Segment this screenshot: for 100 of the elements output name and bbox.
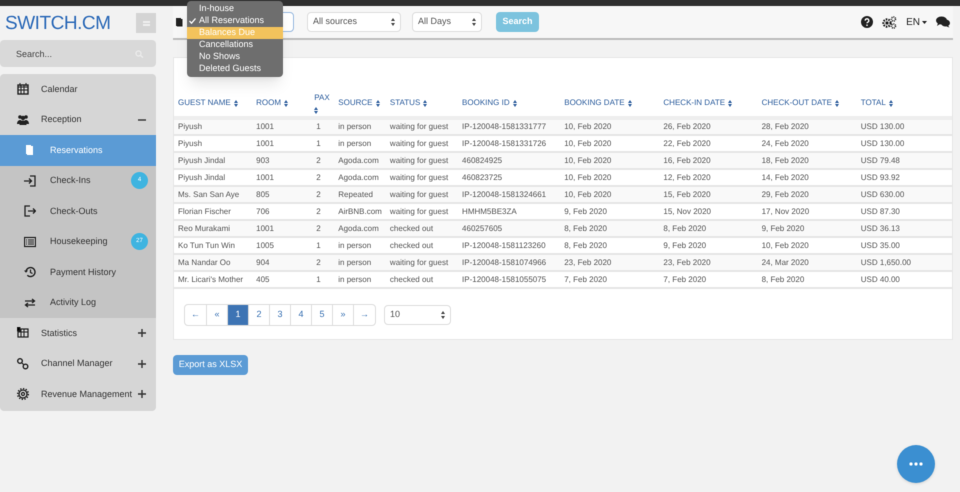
dropdown-option[interactable]: No Shows bbox=[187, 51, 283, 63]
page-button[interactable]: 5 bbox=[311, 305, 332, 325]
plus-icon[interactable] bbox=[138, 360, 146, 368]
gears-icon[interactable] bbox=[882, 16, 898, 28]
select-arrows-icon bbox=[441, 311, 445, 319]
menu-icon bbox=[142, 20, 150, 26]
table-cell: Ms. San San Aye bbox=[174, 186, 252, 203]
caret-icon bbox=[922, 20, 927, 24]
table-cell: IP-120048-1581324661 bbox=[458, 186, 560, 203]
table-cell: 1001 bbox=[252, 169, 310, 186]
table-cell: IP-120048-1581055075 bbox=[458, 271, 560, 288]
book-icon bbox=[24, 144, 36, 156]
table-cell: waiting for guest bbox=[386, 135, 458, 152]
column-header[interactable]: STATUS bbox=[390, 97, 428, 109]
column-header[interactable]: SOURCE bbox=[338, 97, 380, 109]
column-header[interactable]: PAX bbox=[314, 92, 330, 114]
table-cell: Agoda.com bbox=[334, 169, 386, 186]
sidebar-item[interactable]: Statistics bbox=[0, 318, 156, 348]
table-cell: IP-120048-1581123260 bbox=[458, 237, 560, 254]
table-cell: Ko Tun Tun Win bbox=[174, 237, 252, 254]
page-button[interactable]: 2 bbox=[248, 305, 269, 325]
column-header[interactable]: BOOKING DATE bbox=[564, 97, 632, 109]
table-cell: in person bbox=[334, 271, 386, 288]
sort-icon bbox=[728, 100, 732, 106]
table-cell: IP-120048-1581331726 bbox=[458, 135, 560, 152]
table-cell: 10, Feb 2020 bbox=[560, 135, 660, 152]
sidebar-item[interactable]: Calendar bbox=[0, 74, 156, 104]
page-size-select[interactable]: 10 bbox=[384, 305, 451, 325]
chat-icon[interactable] bbox=[936, 16, 950, 28]
help-icon[interactable] bbox=[861, 16, 874, 28]
table-cell: checked out bbox=[386, 220, 458, 237]
page-button[interactable]: » bbox=[332, 305, 353, 325]
column-header[interactable]: CHECK-IN DATE bbox=[663, 97, 732, 109]
chat-button[interactable] bbox=[897, 445, 935, 483]
table-cell: 9, Feb 2020 bbox=[560, 203, 660, 220]
select-arrows-icon bbox=[472, 18, 476, 26]
sort-icon bbox=[234, 100, 238, 106]
page-button[interactable]: ← bbox=[185, 305, 206, 325]
history-icon bbox=[24, 266, 36, 278]
list-icon bbox=[24, 236, 36, 248]
table-cell: 23, Feb 2020 bbox=[560, 254, 660, 271]
sidebar-item[interactable]: Reception bbox=[0, 104, 156, 135]
table-cell: USD 130.00 bbox=[856, 135, 952, 152]
dropdown-option[interactable]: Cancellations bbox=[187, 39, 283, 51]
column-header[interactable]: ROOM bbox=[256, 97, 288, 109]
table-cell: 23, Feb 2020 bbox=[659, 254, 758, 271]
table-cell: Florian Fischer bbox=[174, 203, 252, 220]
column-header[interactable]: CHECK-OUT DATE bbox=[762, 97, 839, 109]
sign-out-icon bbox=[24, 205, 36, 218]
link-icon bbox=[17, 358, 29, 370]
table-cell: USD 35.00 bbox=[856, 237, 952, 254]
dropdown-option[interactable]: All Reservations bbox=[187, 15, 283, 27]
page-button[interactable]: → bbox=[353, 305, 375, 325]
table-cell: 12, Feb 2020 bbox=[659, 169, 758, 186]
table-cell: 10, Feb 2020 bbox=[560, 186, 660, 203]
column-header[interactable]: GUEST NAME bbox=[178, 97, 238, 109]
table-cell: 2 bbox=[310, 254, 334, 271]
table-cell: 17, Nov 2020 bbox=[758, 203, 857, 220]
plus-icon[interactable] bbox=[138, 329, 146, 338]
table-cell: in person bbox=[334, 237, 386, 254]
table-cell: 405 bbox=[252, 271, 310, 288]
sort-icon bbox=[888, 100, 893, 106]
search-field[interactable]: Search... bbox=[0, 40, 156, 67]
gear-icon bbox=[17, 388, 29, 400]
dropdown-option[interactable]: In-house bbox=[187, 3, 283, 15]
table-cell: USD 79.48 bbox=[856, 152, 952, 169]
table-cell: Piyush bbox=[174, 135, 252, 152]
sidebar-item[interactable]: Revenue Management bbox=[0, 379, 156, 410]
table-cell: USD 87.30 bbox=[856, 203, 952, 220]
table-cell: 29, Feb 2020 bbox=[758, 186, 857, 203]
sidebar-subitem[interactable]: Check-Outs bbox=[0, 196, 156, 226]
table-cell: 2 bbox=[310, 152, 334, 169]
table-cell: AirBNB.com bbox=[334, 203, 386, 220]
table-cell: USD 130.00 bbox=[856, 118, 952, 135]
table-cell: in person bbox=[334, 135, 386, 152]
table-cell: Piyush Jindal bbox=[174, 169, 252, 186]
table-cell: IP-120048-1581331777 bbox=[458, 118, 560, 135]
sidebar-subitem[interactable]: Activity Log bbox=[0, 288, 156, 318]
table-cell: 16, Feb 2020 bbox=[659, 152, 758, 169]
sidebar-subitem[interactable]: Payment History bbox=[0, 257, 156, 288]
table-cell: 8, Feb 2020 bbox=[560, 237, 660, 254]
page-button[interactable]: 3 bbox=[269, 305, 290, 325]
language-menu[interactable]: EN bbox=[906, 14, 927, 30]
page-button[interactable]: 1 bbox=[227, 305, 248, 325]
sidebar-item[interactable]: Channel Manager bbox=[0, 348, 156, 379]
sort-icon bbox=[834, 100, 839, 106]
table-cell: 460257605 bbox=[458, 220, 560, 237]
plus-icon[interactable] bbox=[138, 390, 146, 398]
table-cell: 22, Feb 2020 bbox=[659, 135, 758, 152]
book-icon bbox=[175, 17, 183, 27]
sort-icon bbox=[512, 100, 517, 106]
table-cell: 14, Feb 2020 bbox=[758, 169, 857, 186]
days-select[interactable]: All Days bbox=[412, 12, 482, 32]
table-cell: 18, Feb 2020 bbox=[758, 152, 857, 169]
column-header[interactable]: TOTAL bbox=[860, 97, 893, 109]
source-select[interactable]: All sources bbox=[307, 12, 401, 32]
column-header[interactable]: BOOKING ID bbox=[462, 97, 517, 109]
dropdown-option[interactable]: Deleted Guests bbox=[187, 63, 283, 75]
page-button[interactable]: 4 bbox=[290, 305, 311, 325]
table-cell: 1 bbox=[310, 271, 334, 288]
